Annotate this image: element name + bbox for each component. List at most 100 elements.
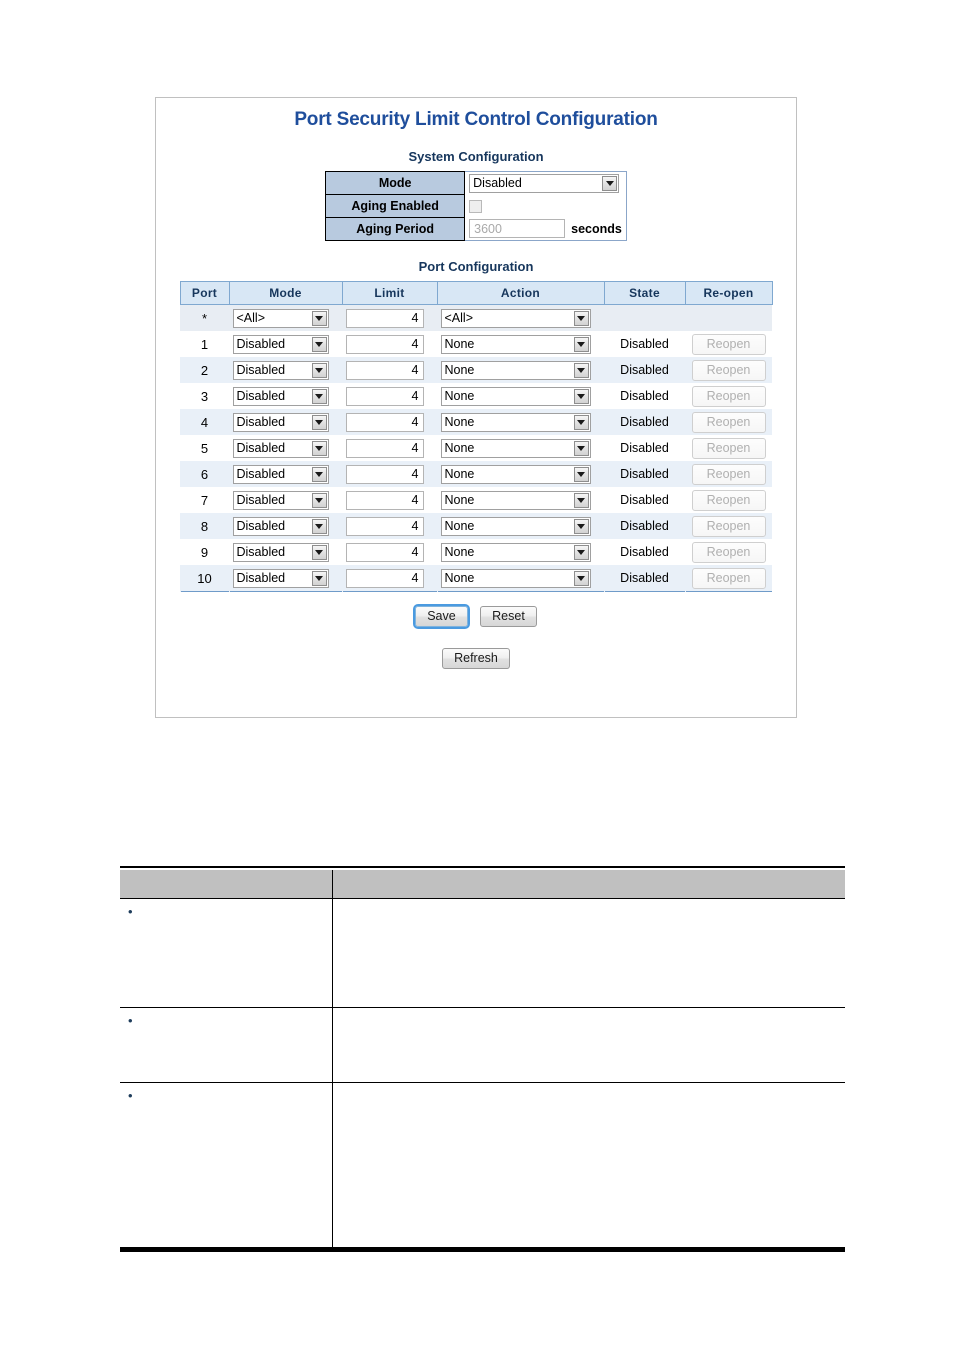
cell-action: None [437, 461, 604, 487]
cell-mode: Disabled [229, 565, 342, 592]
port-configuration-table: Port Mode Limit Action State Re-open * <A… [179, 281, 773, 592]
refresh-button[interactable]: Refresh [442, 648, 510, 669]
cell-reopen: Reopen [685, 409, 772, 435]
chevron-down-icon[interactable] [573, 518, 589, 534]
action-select-value: None [444, 415, 475, 429]
action-select[interactable]: <All> [440, 308, 591, 328]
limit-input[interactable]: 4 [345, 360, 424, 380]
limit-input[interactable]: 4 [345, 464, 424, 484]
cell-state: Disabled [604, 383, 685, 409]
aging-period-input[interactable]: 3600 [469, 219, 566, 239]
aging-enabled-checkbox[interactable] [469, 200, 483, 214]
reopen-button[interactable]: Reopen [691, 489, 766, 511]
chevron-down-icon[interactable] [573, 336, 589, 352]
chevron-down-icon[interactable] [573, 544, 589, 560]
action-select[interactable]: None [440, 386, 591, 406]
chevron-down-icon[interactable] [311, 492, 327, 508]
limit-input[interactable]: 4 [345, 542, 424, 562]
system-label-aging-period: Aging Period [325, 217, 466, 241]
chevron-down-icon[interactable] [573, 492, 589, 508]
chevron-down-icon[interactable] [311, 440, 327, 456]
action-select[interactable]: None [440, 516, 591, 536]
save-button[interactable]: Save [413, 604, 470, 629]
chevron-down-icon[interactable] [311, 310, 327, 326]
mode-select-value: <All> [236, 311, 266, 325]
chevron-down-icon[interactable] [573, 440, 589, 456]
mode-select[interactable]: Disabled [232, 386, 329, 406]
reopen-button[interactable]: Reopen [691, 437, 766, 459]
mode-select[interactable]: Disabled [232, 334, 329, 354]
mode-select[interactable]: Disabled [232, 464, 329, 484]
limit-input[interactable]: 4 [345, 334, 424, 354]
chevron-down-icon[interactable] [311, 336, 327, 352]
chevron-down-icon[interactable] [311, 544, 327, 560]
system-configuration-table: Mode Disabled Aging Enabled Aging Period… [325, 171, 627, 241]
mode-select[interactable]: Disabled [469, 173, 620, 193]
action-select[interactable]: None [440, 360, 591, 380]
mode-select[interactable]: Disabled [232, 516, 329, 536]
limit-input[interactable]: 4 [345, 438, 424, 458]
chevron-down-icon[interactable] [311, 362, 327, 378]
chevron-down-icon[interactable] [602, 175, 618, 191]
chevron-down-icon[interactable] [311, 388, 327, 404]
mode-select[interactable]: Disabled [232, 412, 329, 432]
reset-button[interactable]: Reset [480, 606, 537, 627]
mode-select[interactable]: Disabled [232, 438, 329, 458]
chevron-down-icon[interactable] [311, 414, 327, 430]
chevron-down-icon[interactable] [311, 466, 327, 482]
secondary-button-row: Refresh [156, 648, 796, 669]
table-row: * <All> 4 <All> [180, 304, 772, 331]
cell-limit: 4 [342, 435, 437, 461]
mode-select[interactable]: Disabled [232, 360, 329, 380]
table-row: 8 Disabled 4 None Disabled Reopen [180, 513, 772, 539]
chevron-down-icon[interactable] [573, 310, 589, 326]
cell-mode: Disabled [229, 409, 342, 435]
chevron-down-icon[interactable] [573, 466, 589, 482]
limit-input[interactable]: 4 [345, 568, 424, 588]
reopen-button[interactable]: Reopen [691, 567, 766, 589]
system-label-aging-enabled: Aging Enabled [325, 194, 466, 218]
cell-reopen: Reopen [685, 461, 772, 487]
table-header-row: Port Mode Limit Action State Re-open [179, 281, 773, 305]
action-select[interactable]: None [440, 568, 591, 588]
chevron-down-icon[interactable] [573, 388, 589, 404]
reopen-button[interactable]: Reopen [691, 515, 766, 537]
chevron-down-icon[interactable] [573, 414, 589, 430]
reopen-button[interactable]: Reopen [691, 359, 766, 381]
limit-input[interactable]: 4 [345, 386, 424, 406]
action-select[interactable]: None [440, 438, 591, 458]
mode-select[interactable]: <All> [232, 308, 329, 328]
mode-select[interactable]: Disabled [232, 490, 329, 510]
cell-limit: 4 [342, 409, 437, 435]
action-select[interactable]: None [440, 334, 591, 354]
mode-select[interactable]: Disabled [232, 542, 329, 562]
action-select[interactable]: None [440, 464, 591, 484]
limit-input[interactable]: 4 [345, 308, 424, 328]
reopen-button[interactable]: Reopen [691, 385, 766, 407]
mode-select-value: Disabled [473, 176, 522, 191]
chevron-down-icon[interactable] [573, 362, 589, 378]
cell-reopen: Reopen [685, 331, 772, 357]
reopen-button[interactable]: Reopen [691, 541, 766, 563]
action-select-value: <All> [444, 311, 474, 325]
mode-select[interactable]: Disabled [232, 568, 329, 588]
reopen-button[interactable]: Reopen [691, 463, 766, 485]
chevron-down-icon[interactable] [573, 570, 589, 586]
action-select[interactable]: None [440, 542, 591, 562]
reopen-button[interactable]: Reopen [691, 411, 766, 433]
cell-state: Disabled [604, 565, 685, 592]
limit-input[interactable]: 4 [345, 490, 424, 510]
limit-input[interactable]: 4 [345, 412, 424, 432]
cell-state: Disabled [604, 461, 685, 487]
cell-action: None [437, 331, 604, 357]
chevron-down-icon[interactable] [311, 518, 327, 534]
cell-action: None [437, 565, 604, 592]
action-select[interactable]: None [440, 412, 591, 432]
action-select[interactable]: None [440, 490, 591, 510]
cell-state: Disabled [604, 435, 685, 461]
cell-state: Disabled [604, 513, 685, 539]
system-configuration-heading: System Configuration [408, 149, 544, 164]
chevron-down-icon[interactable] [311, 570, 327, 586]
limit-input[interactable]: 4 [345, 516, 424, 536]
reopen-button[interactable]: Reopen [691, 333, 766, 355]
